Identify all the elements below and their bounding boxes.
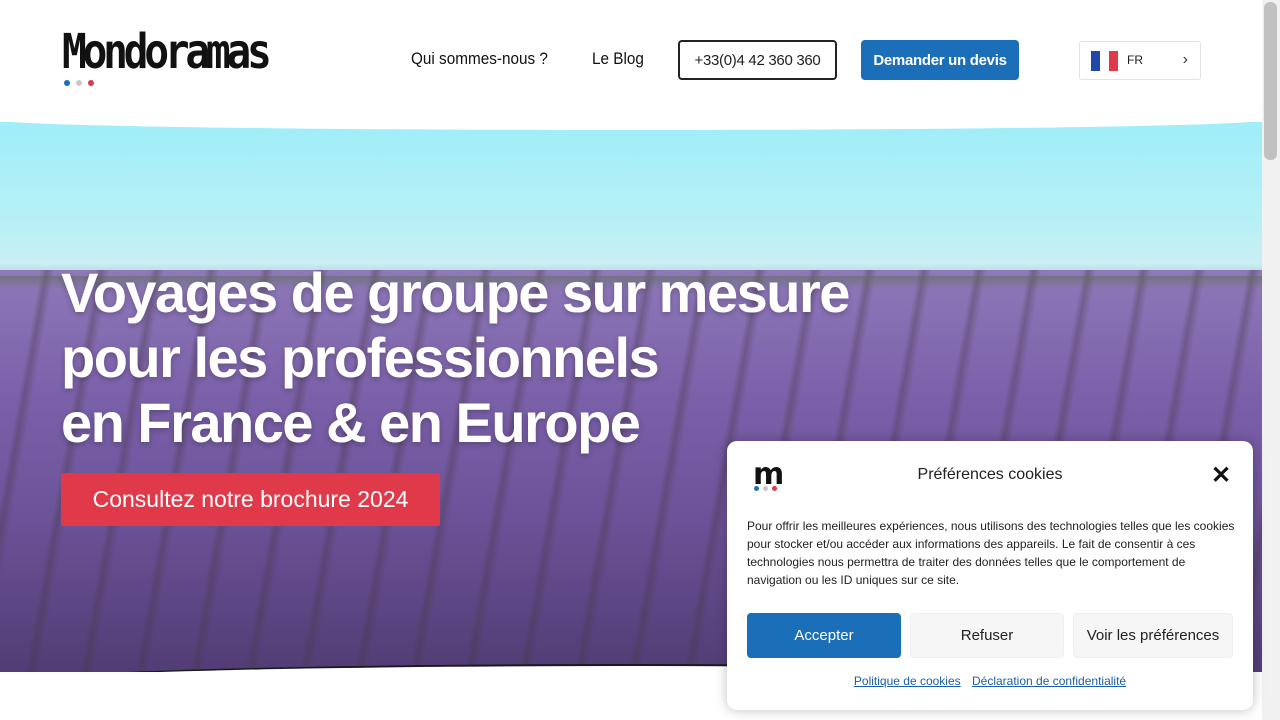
logo-dot-blue (754, 486, 759, 491)
hero-title-line: pour les professionnels (61, 326, 660, 389)
logo-dot-grey (763, 486, 768, 491)
chevron-right-icon: › (1182, 51, 1188, 68)
nav-link-blog[interactable]: Le Blog (592, 49, 644, 69)
cookie-policy-link[interactable]: Politique de cookies (854, 674, 961, 688)
refuse-cookies-button[interactable]: Refuser (910, 613, 1064, 658)
logo-dot-red (772, 486, 777, 491)
language-code: FR (1127, 53, 1143, 67)
nav-link-about[interactable]: Qui sommes-nous ? (411, 49, 548, 69)
scrollbar-thumb[interactable] (1264, 2, 1277, 160)
hero-title: Voyages de groupe sur mesure pour les pr… (61, 260, 850, 455)
logo-dots (64, 80, 94, 86)
view-preferences-button[interactable]: Voir les préférences (1073, 613, 1233, 658)
phone-button[interactable]: +33(0)4 42 360 360 (678, 40, 837, 80)
logo-wordmark: Mondoramas (62, 24, 272, 80)
main-nav: Qui sommes-nous ? Le Blog (411, 49, 650, 69)
cookie-preferences-dialog: m Préférences cookies ✕ Pour offrir les … (727, 441, 1253, 710)
brochure-button[interactable]: Consultez notre brochure 2024 (61, 473, 440, 526)
accept-cookies-button[interactable]: Accepter (747, 613, 901, 658)
language-selector[interactable]: FR › (1079, 41, 1201, 80)
cookie-logo-dots (754, 486, 777, 491)
cookie-dialog-title: Préférences cookies (917, 466, 1063, 483)
france-flag-icon (1091, 51, 1118, 71)
request-quote-button[interactable]: Demander un devis (861, 40, 1019, 80)
privacy-statement-link[interactable]: Déclaration de confidentialité (972, 674, 1126, 688)
logo-dot-blue (64, 80, 70, 86)
page-scrollbar[interactable] (1262, 0, 1280, 720)
hero-title-line: Voyages de groupe sur mesure (61, 261, 850, 324)
close-icon[interactable]: ✕ (1211, 464, 1231, 488)
site-header: Mondoramas Qui sommes-nous ? Le Blog +33… (0, 0, 1262, 122)
site-logo[interactable]: Mondoramas (62, 24, 292, 90)
cookie-links: Politique de cookies Déclaration de conf… (727, 674, 1253, 688)
logo-dot-red (88, 80, 94, 86)
cookie-dialog-text: Pour offrir les meilleures expériences, … (747, 519, 1235, 587)
logo-dot-grey (76, 80, 82, 86)
